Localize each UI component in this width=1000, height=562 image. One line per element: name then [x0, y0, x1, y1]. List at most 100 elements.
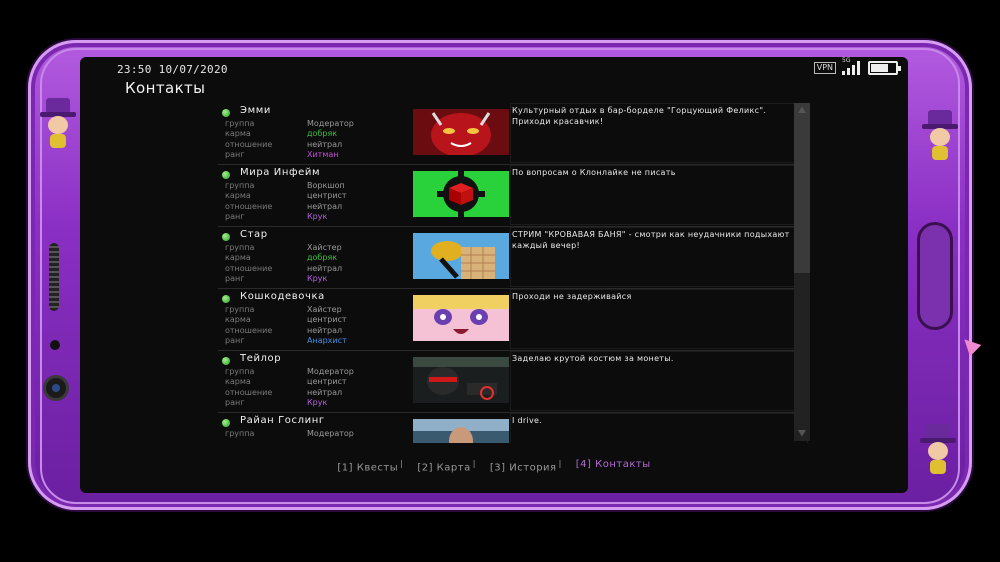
field-value-karma: центрист [307, 191, 347, 201]
contacts-list: Эмми группа Модератор карма добряк отнош… [218, 103, 808, 443]
online-status-icon [222, 357, 230, 365]
contact-row[interactable]: Стар группа Хайстер карма добряк отношен… [218, 227, 808, 289]
field-label: ранг [225, 211, 245, 221]
nav-separator: | [472, 459, 476, 468]
contact-fields: группа Модератор карма добряк отношение … [225, 119, 354, 160]
dark-armor-avatar[interactable] [413, 357, 509, 403]
contact-field-karma: карма центрист [225, 377, 354, 387]
contact-field-group: группа Модератор [225, 119, 354, 129]
contact-field-group: группа Хайстер [225, 243, 342, 253]
field-label: группа [225, 181, 255, 190]
page-title: Контакты [125, 79, 206, 97]
field-label: ранг [225, 397, 245, 407]
field-value-rank: Анархист [307, 335, 347, 345]
nav-separator: | [558, 459, 562, 468]
field-label: группа [225, 243, 255, 252]
field-value-group: Хайстер [307, 243, 342, 252]
contact-status: I drive. [512, 416, 543, 425]
nav-label: Квесты [356, 462, 399, 474]
field-value-karma: центрист [307, 315, 347, 325]
field-label: группа [225, 305, 255, 314]
contact-name[interactable]: Тейлор [240, 353, 281, 364]
field-label: карма [225, 315, 251, 325]
red-demon-girl-avatar[interactable] [413, 109, 509, 155]
contact-field-karma: карма добряк [225, 129, 354, 139]
contact-fields: группа Воркшоп карма центрист отношение … [225, 181, 347, 222]
contact-field-relation: отношение нейтрал [225, 326, 347, 336]
phone-screen: 23:50 10/07/2020 VPN 5G Контакты Эмми гр… [80, 57, 908, 493]
field-label: карма [225, 191, 251, 201]
field-label: отношение [225, 263, 273, 273]
field-value-group: Модератор [307, 429, 354, 438]
contact-field-relation: отношение нейтрал [225, 202, 347, 212]
field-label: отношение [225, 387, 273, 397]
online-status-icon [222, 419, 230, 427]
contact-status: Заделаю крутой костюм за монеты. [512, 354, 674, 363]
nav-key: [1] [337, 462, 354, 474]
nav-tab-3[interactable]: [3] История | [490, 459, 562, 473]
status-date: 10/07/2020 [158, 63, 228, 76]
contact-field-relation: отношение нейтрал [225, 388, 354, 398]
contact-row[interactable]: Эмми группа Модератор карма добряк отнош… [218, 103, 808, 165]
field-label: отношение [225, 201, 273, 211]
contact-field-group: группа Модератор [225, 367, 354, 377]
contact-name[interactable]: Эмми [240, 105, 271, 116]
front-camera-icon [46, 378, 66, 398]
battery-icon [868, 61, 901, 75]
field-value-rank: Хитман [307, 149, 339, 159]
anime-catgirl-avatar[interactable] [413, 295, 509, 341]
contact-name[interactable]: Мира Инфейм [240, 167, 320, 178]
nav-tab-2[interactable]: [2] Карта | [417, 459, 476, 473]
hat-kid-sticker-icon [38, 98, 78, 150]
field-label: отношение [225, 325, 273, 335]
sensor-dot [50, 340, 60, 350]
nav-key: [3] [489, 462, 506, 474]
field-value-karma: центрист [307, 377, 347, 387]
contact-name[interactable]: Стар [240, 229, 268, 240]
status-clock: 23:50 10/07/2020 [117, 63, 228, 76]
field-value-relation: нейтрал [307, 201, 343, 211]
home-button[interactable] [917, 222, 953, 330]
driver-avatar[interactable] [413, 419, 509, 443]
scrollbar-thumb[interactable] [794, 103, 810, 273]
dog-meme-avatar[interactable] [413, 233, 509, 279]
contact-name[interactable]: Кошкодевочка [240, 291, 325, 302]
contact-row[interactable]: Мира Инфейм группа Воркшоп карма центрис… [218, 165, 808, 227]
field-value-group: Модератор [307, 367, 354, 376]
contact-row[interactable]: Кошкодевочка группа Хайстер карма центри… [218, 289, 808, 351]
nav-label: История [509, 462, 557, 474]
field-value-relation: нейтрал [307, 263, 343, 273]
contact-fields: группа Хайстер карма центрист отношение … [225, 305, 347, 346]
field-label: группа [225, 429, 255, 438]
speaker-grille [49, 243, 59, 311]
field-label: группа [225, 367, 255, 376]
signal-icon: 5G [842, 57, 862, 75]
nav-separator: | [400, 459, 404, 468]
contact-row[interactable]: Тейлор группа Модератор карма центрист о… [218, 351, 808, 413]
field-label: ранг [225, 273, 245, 283]
contact-fields: группа Модератор карма центрист отношени… [225, 367, 354, 408]
contact-fields: группа Модератор [225, 429, 354, 439]
online-status-icon [222, 109, 230, 117]
field-label: отношение [225, 139, 273, 149]
field-value-group: Хайстер [307, 305, 342, 314]
online-status-icon [222, 233, 230, 241]
contact-status: Проходи не задерживайся [512, 292, 632, 301]
nav-tab-1[interactable]: [1] Квесты | [337, 459, 403, 473]
nav-label: Контакты [595, 459, 651, 470]
field-label: группа [225, 119, 255, 128]
gear-cube-avatar[interactable] [413, 171, 509, 217]
nav-key: [2] [417, 462, 433, 474]
hat-kid-sticker-icon [918, 424, 958, 476]
contact-field-rank: ранг Крук [225, 212, 347, 222]
field-value-relation: нейтрал [307, 325, 343, 335]
field-label: карма [225, 377, 251, 387]
field-value-group: Модератор [307, 119, 354, 128]
field-value-karma: добряк [307, 129, 338, 139]
nav-tab-4[interactable]: [4] Контакты [576, 459, 651, 473]
contact-row[interactable]: Райан Гослинг группа Модератор I drive. [218, 413, 808, 443]
contact-field-rank: ранг Хитман [225, 150, 354, 160]
contact-field-rank: ранг Анархист [225, 336, 347, 346]
contact-status: Культурный отдых в бар-борделе "Горцующи… [512, 106, 767, 126]
contact-name[interactable]: Райан Гослинг [240, 415, 325, 426]
